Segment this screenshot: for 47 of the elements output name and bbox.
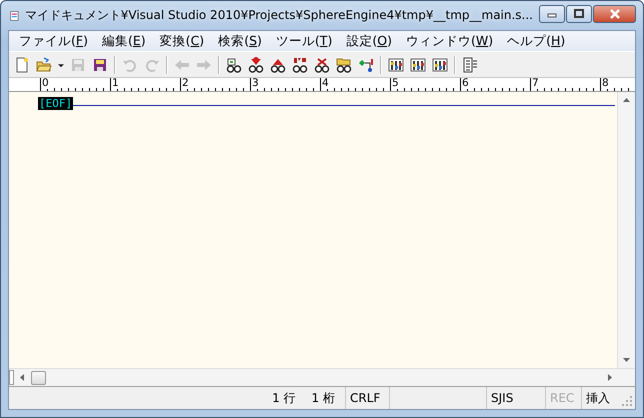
binoculars-icon[interactable] [336,56,352,72]
scroll-thumb[interactable] [31,370,46,384]
menu-item[interactable]: ヘルプ(H) [499,32,572,50]
settings-icon[interactable] [410,56,426,72]
maximize-button[interactable] [566,4,592,22]
binoculars-icon[interactable] [270,56,286,72]
menu-item[interactable]: 変換(C) [152,32,210,50]
horizontal-scrollbar[interactable] [9,368,635,386]
menu-item[interactable]: ウィンドウ(W) [398,32,500,50]
new-file-icon[interactable] [14,56,30,72]
maximize-icon[interactable] [574,9,584,18]
ruler-number: 5 [392,78,399,89]
status-text: 1 行 [272,390,296,406]
window-title: マイドキュメント¥Visual Studio 2010¥Projects¥SphereEngine4¥tmp¥__tmp__main.s... [24,7,533,24]
menu-item[interactable]: ファイル(F) [11,32,94,50]
text-area[interactable]: [EOF] [9,92,617,368]
ruler-number: 0 [42,78,49,89]
ruler-number: 8 [602,78,609,89]
close-button[interactable] [593,4,636,22]
status-text: REC [550,391,574,405]
status-text: CRLF [350,391,380,405]
folder-icon[interactable] [36,56,52,72]
minimize-button[interactable] [539,4,565,22]
binoculars-icon[interactable] [226,56,242,72]
ruler-number: 3 [252,78,259,89]
split-handle[interactable] [9,370,14,385]
menu-item[interactable]: 設定(O) [338,32,398,50]
settings-icon[interactable] [388,56,404,72]
binoculars-icon[interactable] [248,56,264,72]
eof-marker: [EOF] [38,97,74,110]
list-icon[interactable] [462,56,478,72]
menu-item[interactable]: 編集(E) [94,32,152,50]
binoculars-icon[interactable] [314,56,330,72]
vertical-scrollbar[interactable] [617,92,635,368]
binoculars-icon[interactable] [292,56,308,72]
menu-item[interactable]: ツール(T) [268,32,338,50]
ruler-number: 6 [462,78,469,89]
ruler-number: 7 [532,78,539,89]
status-text: 挿入 [586,390,610,406]
settings-icon[interactable] [432,56,448,72]
status-text: SJIS [491,391,514,405]
ruler-number: 4 [322,78,329,89]
close-icon[interactable] [608,8,620,18]
status-text: 1 桁 [312,390,335,406]
ruler-number: 2 [182,78,189,89]
menu-item[interactable]: 検索(S) [210,32,268,50]
ruler-number: 1 [112,78,119,89]
